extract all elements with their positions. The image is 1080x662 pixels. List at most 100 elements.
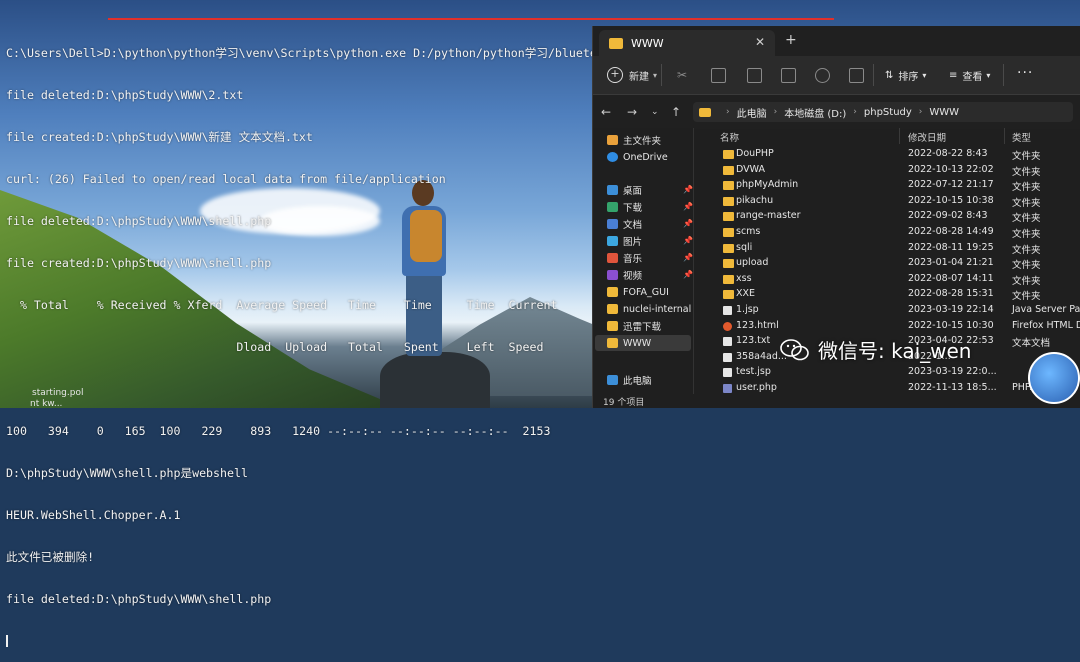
sort-button[interactable]: ⇅ 排序 ▾ [885,68,926,83]
back-arrow-icon[interactable]: ← [601,105,611,119]
picture-icon [607,236,618,246]
sidebar-item-home[interactable]: 主文件夹 [607,132,661,148]
sidebar-item-label: FOFA_GUI [623,286,669,298]
tab-www[interactable]: WWW ✕ [599,30,775,56]
file-row[interactable]: sqli 2022-08-11 19:25 文件夹 [699,241,1080,257]
view-icon: ≡ [949,70,958,81]
pin-icon[interactable]: 📌 [683,219,693,228]
file-date: 2022-11-13 18:5... [908,382,997,393]
up-arrow-icon[interactable]: ↑ [671,105,681,119]
file-type: Java Server Page [1012,304,1080,315]
file-date: 2023-03-19 22:14 [908,304,994,315]
sidebar-item-label: 视频 [623,271,643,282]
desktop-icon [607,185,618,195]
sidebar-item-fofa[interactable]: FOFA_GUI [607,284,669,300]
sidebar-item-videos[interactable]: 视频 [607,267,642,283]
file-row[interactable]: DVWA 2022-10-13 22:02 文件夹 [699,163,1080,179]
pin-icon[interactable]: 📌 [683,185,693,194]
folder-icon [723,196,734,206]
file-row[interactable]: test.jsp 2023-03-19 22:0... [699,365,1080,381]
column-divider[interactable] [1004,128,1005,144]
file-name: sqli [736,241,753,253]
file-name: test.jsp [736,366,771,378]
file-row[interactable]: upload 2023-01-04 21:21 文件夹 [699,256,1080,272]
file-name: 123.txt [736,335,771,347]
file-date: 2022-08-28 15:31 [908,288,994,300]
new-tab-button[interactable]: + [785,32,797,48]
sidebar-item-downloads[interactable]: 下载 [607,199,642,215]
download-icon [607,202,618,212]
sidebar-item-nuclei[interactable]: nuclei-internal [607,301,691,317]
pin-icon[interactable]: 📌 [683,253,693,262]
view-button[interactable]: ≡ 查看 ▾ [949,68,990,83]
sidebar-item-label: 此电脑 [623,376,652,387]
watermark-text: 微信号: kai_wen [818,339,972,363]
column-divider[interactable] [899,128,900,144]
folder-icon [723,212,734,222]
document-icon [607,219,618,229]
forward-arrow-icon[interactable]: → [627,105,637,119]
file-name: range-master [736,210,801,222]
copy-icon[interactable] [711,68,726,83]
column-header-type[interactable]: 类型 [1012,130,1031,144]
file-type: 文件夹 [1012,229,1041,240]
rename-icon[interactable] [781,68,796,83]
cut-icon[interactable]: ✂ [677,68,690,82]
file-row[interactable]: 123.html 2022-10-15 10:30 Firefox HTML D..… [699,319,1080,335]
file-row[interactable]: 1.jsp 2023-03-19 22:14 Java Server Page [699,303,1080,319]
chevron-down-icon: ▾ [922,71,927,80]
file-name: 1.jsp [736,304,759,315]
file-row[interactable]: range-master 2022-09-02 8:43 文件夹 [699,209,1080,225]
folder-icon [723,228,734,237]
text-file-icon [723,337,732,347]
file-date: 2022-08-22 8:43 [908,148,988,159]
pin-icon[interactable]: 📌 [683,270,693,279]
chevron-down-icon: ▾ [653,70,658,80]
pin-icon[interactable]: 📌 [683,236,693,245]
sidebar-item-this-pc[interactable]: 此电脑 [607,372,652,388]
sidebar-item-music[interactable]: 音乐 [607,250,642,266]
column-header-name[interactable]: 名称 [720,130,739,144]
file-row[interactable]: XXE 2022-08-28 15:31 文件夹 [699,287,1080,303]
delete-icon[interactable] [849,68,864,83]
breadcrumb[interactable]: › 此电脑 › 本地磁盘 (D:) › phpStudy › WWW [693,102,1073,122]
sidebar-item-onedrive[interactable]: OneDrive [607,149,668,165]
file-name: pikachu [736,194,774,206]
new-button[interactable]: + 新建 ▾ [607,67,657,83]
file-type: 文件夹 [1012,275,1041,287]
file-type: 文件夹 [1012,197,1041,209]
file-row[interactable]: scms 2022-08-28 14:49 文件夹 [699,225,1080,241]
sidebar-item-label: 迅雷下载 [623,322,662,333]
file-row[interactable]: DouPHP 2022-08-22 8:43 文件夹 [699,147,1080,163]
file-type: 文件夹 [1012,291,1041,303]
sort-label: 排序 [898,72,919,83]
terminal-cursor-line[interactable] [6,634,866,648]
divider [873,64,874,86]
file-date: 2022-10-13 22:02 [908,163,994,175]
sidebar-item-xunlei[interactable]: 迅雷下载 [607,318,661,334]
sidebar-item-label: 音乐 [623,254,643,265]
breadcrumb-item[interactable]: phpStudy [864,107,912,118]
file-row[interactable]: phpMyAdmin 2022-07-12 21:17 文件夹 [699,178,1080,194]
breadcrumb-item[interactable]: 此电脑 [737,105,767,120]
file-name: 123.html [736,319,779,331]
chevron-down-icon[interactable]: ⌄ [651,107,659,117]
sidebar-item-pictures[interactable]: 图片 [607,233,642,249]
column-header-date[interactable]: 修改日期 [908,130,946,144]
share-icon[interactable] [815,68,830,83]
sidebar-item-www[interactable]: WWW [607,335,651,351]
sidebar-item-label: 主文件夹 [623,136,662,147]
sidebar-item-documents[interactable]: 文档 [607,216,642,232]
sidebar-item-desktop[interactable]: 桌面 [607,182,642,198]
breadcrumb-item[interactable]: WWW [929,107,959,118]
file-row[interactable]: pikachu 2022-10-15 10:38 文件夹 [699,194,1080,210]
pin-icon[interactable]: 📌 [683,202,693,211]
paste-icon[interactable] [747,68,762,83]
breadcrumb-item[interactable]: 本地磁盘 (D:) [784,105,846,120]
sort-icon: ⇅ [885,70,894,81]
file-row[interactable]: xss 2022-08-07 14:11 文件夹 [699,272,1080,288]
command-underline [108,18,834,20]
folder-icon [699,107,711,117]
more-options-button[interactable]: ··· [1017,65,1033,81]
close-icon[interactable]: ✕ [755,35,765,49]
